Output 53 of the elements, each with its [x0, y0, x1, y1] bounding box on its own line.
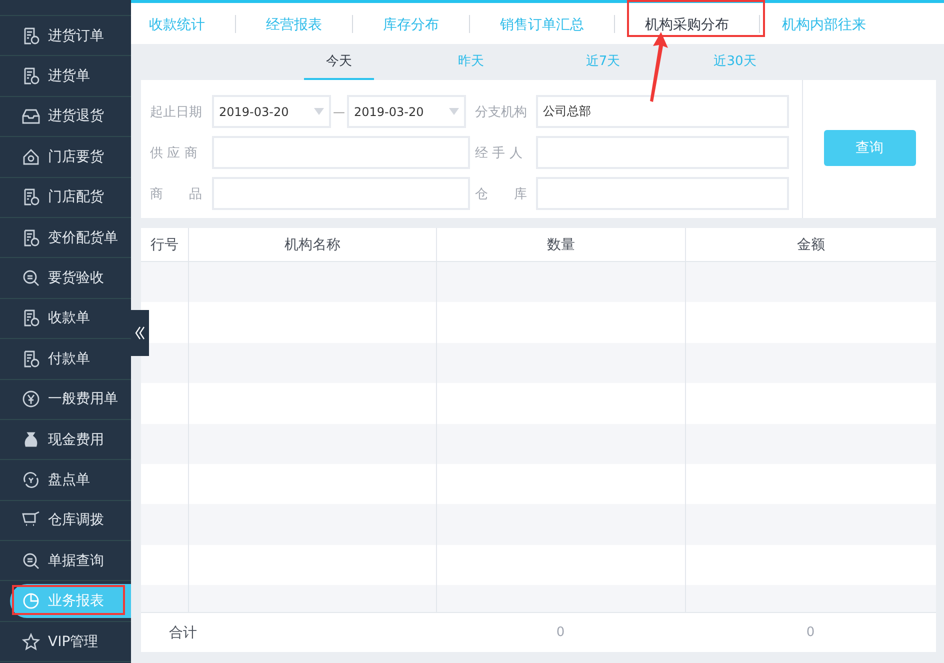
document-icon	[22, 67, 40, 86]
sidebar-item[interactable]: 付款单	[0, 339, 131, 379]
range-separator: —	[332, 104, 346, 120]
sidebar-item[interactable]: 收款单	[0, 298, 131, 338]
column-header: 数量	[436, 228, 685, 261]
document-icon	[22, 26, 40, 45]
total-amount: 0	[805, 625, 816, 640]
column-header: 机构名称	[188, 228, 436, 261]
field-label: 商 品	[149, 186, 203, 204]
date-field[interactable]: 2019-03-20	[212, 95, 331, 128]
sidebar-item[interactable]: 单据查询	[0, 541, 131, 580]
cycle-icon	[22, 470, 40, 489]
sidebar-item[interactable]: 盘点单	[0, 460, 131, 500]
document-icon	[22, 350, 40, 368]
total-label: 合计	[168, 624, 198, 642]
annotation-arrow	[649, 32, 669, 102]
sidebar-item[interactable]: 要货验收	[0, 258, 131, 298]
sidebar-item[interactable]: 进货退货	[0, 96, 131, 136]
sidebar-item[interactable]: 进货单	[0, 56, 131, 96]
dropdown-icon	[449, 108, 459, 115]
pie-chart-icon	[22, 592, 40, 610]
dropdown-icon	[314, 108, 324, 115]
tray-icon	[22, 107, 40, 126]
yen-icon	[22, 390, 40, 408]
house-icon	[22, 148, 40, 166]
magnifier-icon	[22, 552, 40, 570]
sidebar-item[interactable]: 仓库调拨	[0, 500, 131, 540]
field-label: 经 手 人	[474, 144, 524, 162]
sidebar-item[interactable]: 一般费用单	[0, 380, 131, 419]
column-header: 金额	[685, 228, 936, 261]
field-label: 仓 库	[474, 186, 528, 204]
total-quantity: 0	[555, 625, 566, 640]
date-field[interactable]: 2019-03-20	[347, 95, 466, 128]
document-icon	[22, 309, 40, 328]
double-chevron-icon	[135, 326, 145, 340]
collapse-button[interactable]	[131, 310, 149, 356]
branch-field[interactable]: 公司总部	[536, 95, 789, 128]
field-label: 分支机构	[474, 104, 528, 122]
document-icon	[22, 188, 40, 206]
report-tab[interactable]: 机构采购分布	[635, 16, 739, 34]
document-icon	[22, 228, 40, 247]
sidebar-item[interactable]: VIP管理	[0, 622, 131, 662]
column-header: 行号	[150, 236, 180, 254]
field-label: 供 应 商	[149, 144, 198, 162]
sidebar-item[interactable]: 现金费用	[0, 420, 131, 460]
magnifier-icon	[22, 269, 40, 288]
sidebar-item[interactable]: 门店要货	[0, 137, 131, 177]
sidebar-item[interactable]: 门店配货	[0, 178, 131, 217]
sidebar-item[interactable]: 变价配货单	[0, 218, 131, 258]
star-icon	[22, 632, 40, 651]
sidebar-item[interactable]: 进货订单	[0, 16, 131, 56]
money-bag-icon	[22, 430, 40, 449]
field-label: 起止日期	[149, 104, 203, 122]
